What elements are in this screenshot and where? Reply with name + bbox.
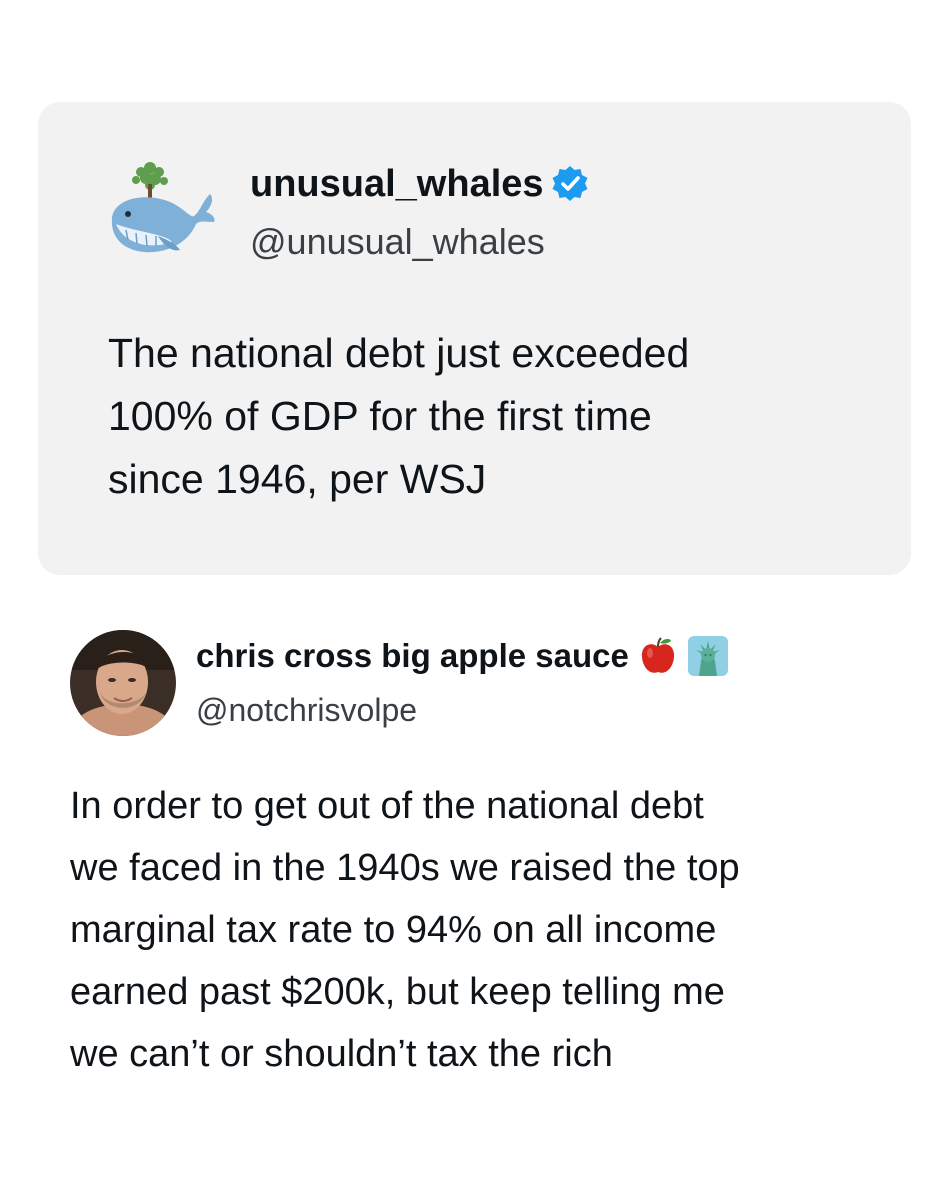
reply-text-line: we faced in the 1940s we raised the top <box>70 847 740 889</box>
statue-of-liberty-emoji-icon <box>687 636 728 676</box>
quoted-tweet-card[interactable]: unusual_whales @unusual_whales The natio… <box>38 102 911 575</box>
reply-text-line: marginal tax rate to 94% on all income <box>70 909 717 951</box>
reply-display-name-text[interactable]: chris cross big apple sauce <box>196 634 629 678</box>
reply-avatar[interactable] <box>70 630 176 736</box>
whale-avatar-icon[interactable] <box>106 154 218 264</box>
reply-tweet-text: In order to get out of the national debt… <box>70 775 900 1085</box>
quoted-display-name-text[interactable]: unusual_whales <box>250 160 544 208</box>
quoted-handle[interactable]: @unusual_whales <box>250 220 545 264</box>
quoted-text-line: 100% of GDP for the first time <box>108 393 652 439</box>
verified-badge-icon <box>552 166 588 201</box>
reply-display-name[interactable]: chris cross big apple sauce <box>196 634 729 678</box>
quoted-display-name[interactable]: unusual_whales <box>250 160 590 208</box>
reply-text-line: In order to get out of the national debt <box>70 785 704 827</box>
apple-emoji-icon <box>641 637 674 673</box>
quoted-text-line: since 1946, per WSJ <box>108 456 487 502</box>
reply-handle[interactable]: @notchrisvolpe <box>196 690 417 730</box>
quoted-text-line: The national debt just exceeded <box>108 330 690 376</box>
reply-text-line: earned past $200k, but keep telling me <box>70 971 725 1013</box>
reply-text-line: we can’t or shouldn’t tax the rich <box>70 1033 613 1075</box>
quoted-tweet-text: The national debt just exceeded 100% of … <box>108 322 888 511</box>
